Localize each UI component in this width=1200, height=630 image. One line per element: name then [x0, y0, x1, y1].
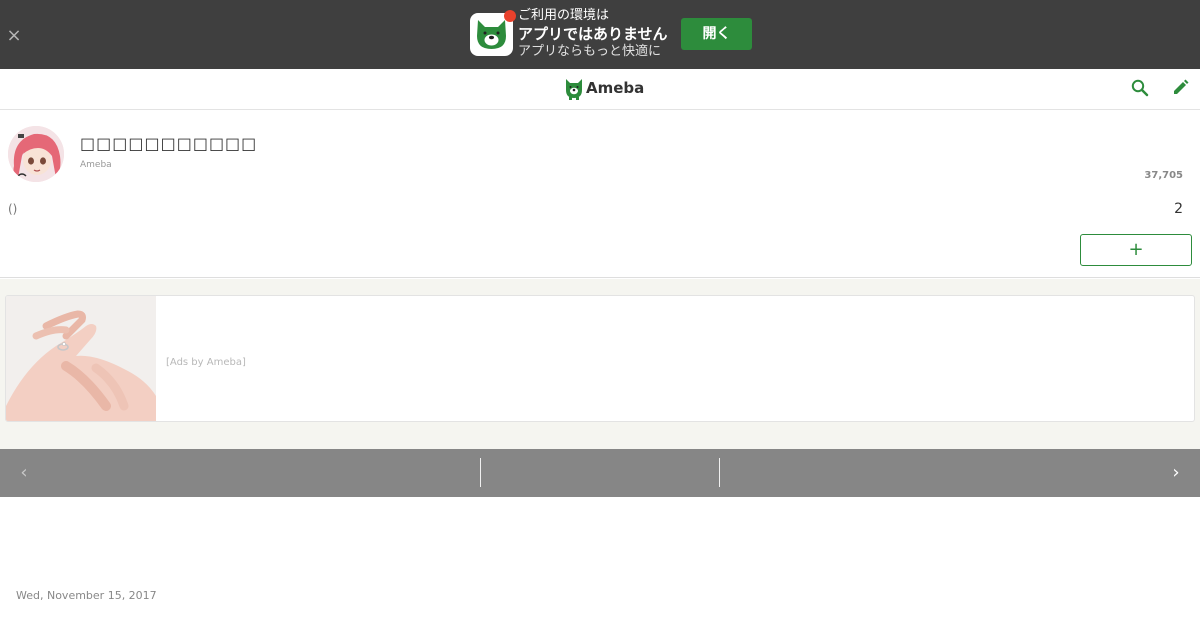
- ameba-logo-icon: [566, 79, 582, 100]
- site-header: Ameba: [0, 69, 1200, 110]
- chevron-left-icon[interactable]: ‹: [16, 463, 32, 483]
- banner-headline: アプリではありません: [518, 25, 668, 43]
- nav-divider: [480, 458, 481, 487]
- app-download-banner: × ご利用の環境は アプリではありません アプリならもっと快適に 開く: [0, 0, 1200, 69]
- blog-profile: □□□□□□□□□□□ Ameba 37,705 () 2 +: [0, 110, 1200, 278]
- chevron-right-icon[interactable]: ›: [1168, 463, 1184, 483]
- open-app-button[interactable]: 開く: [681, 18, 752, 50]
- profile-description: (): [8, 202, 18, 216]
- logo-text: Ameba: [586, 79, 645, 97]
- pencil-icon[interactable]: [1171, 79, 1189, 97]
- banner-line-1: ご利用の環境は: [518, 8, 610, 23]
- ad-card[interactable]: [Ads by Ameba]: [5, 295, 1195, 422]
- search-icon[interactable]: [1131, 79, 1149, 97]
- banner-line-3: アプリならもっと快適に: [518, 44, 662, 59]
- profile-count: 2: [1174, 201, 1183, 217]
- blog-author: Ameba: [80, 160, 112, 170]
- notification-badge: [504, 10, 516, 22]
- ad-label: [Ads by Ameba]: [166, 357, 246, 368]
- follow-button[interactable]: +: [1080, 234, 1192, 266]
- ad-image[interactable]: [6, 296, 156, 421]
- nav-divider: [719, 458, 720, 487]
- reader-count: 37,705: [1144, 170, 1183, 181]
- close-icon[interactable]: ×: [6, 27, 22, 45]
- article-date: Wed, November 15, 2017: [16, 589, 157, 602]
- avatar[interactable]: [8, 126, 64, 182]
- ad-section: [Ads by Ameba]: [0, 279, 1200, 449]
- blog-title[interactable]: □□□□□□□□□□□: [80, 134, 257, 153]
- entry-navigation: ‹ ›: [0, 449, 1200, 497]
